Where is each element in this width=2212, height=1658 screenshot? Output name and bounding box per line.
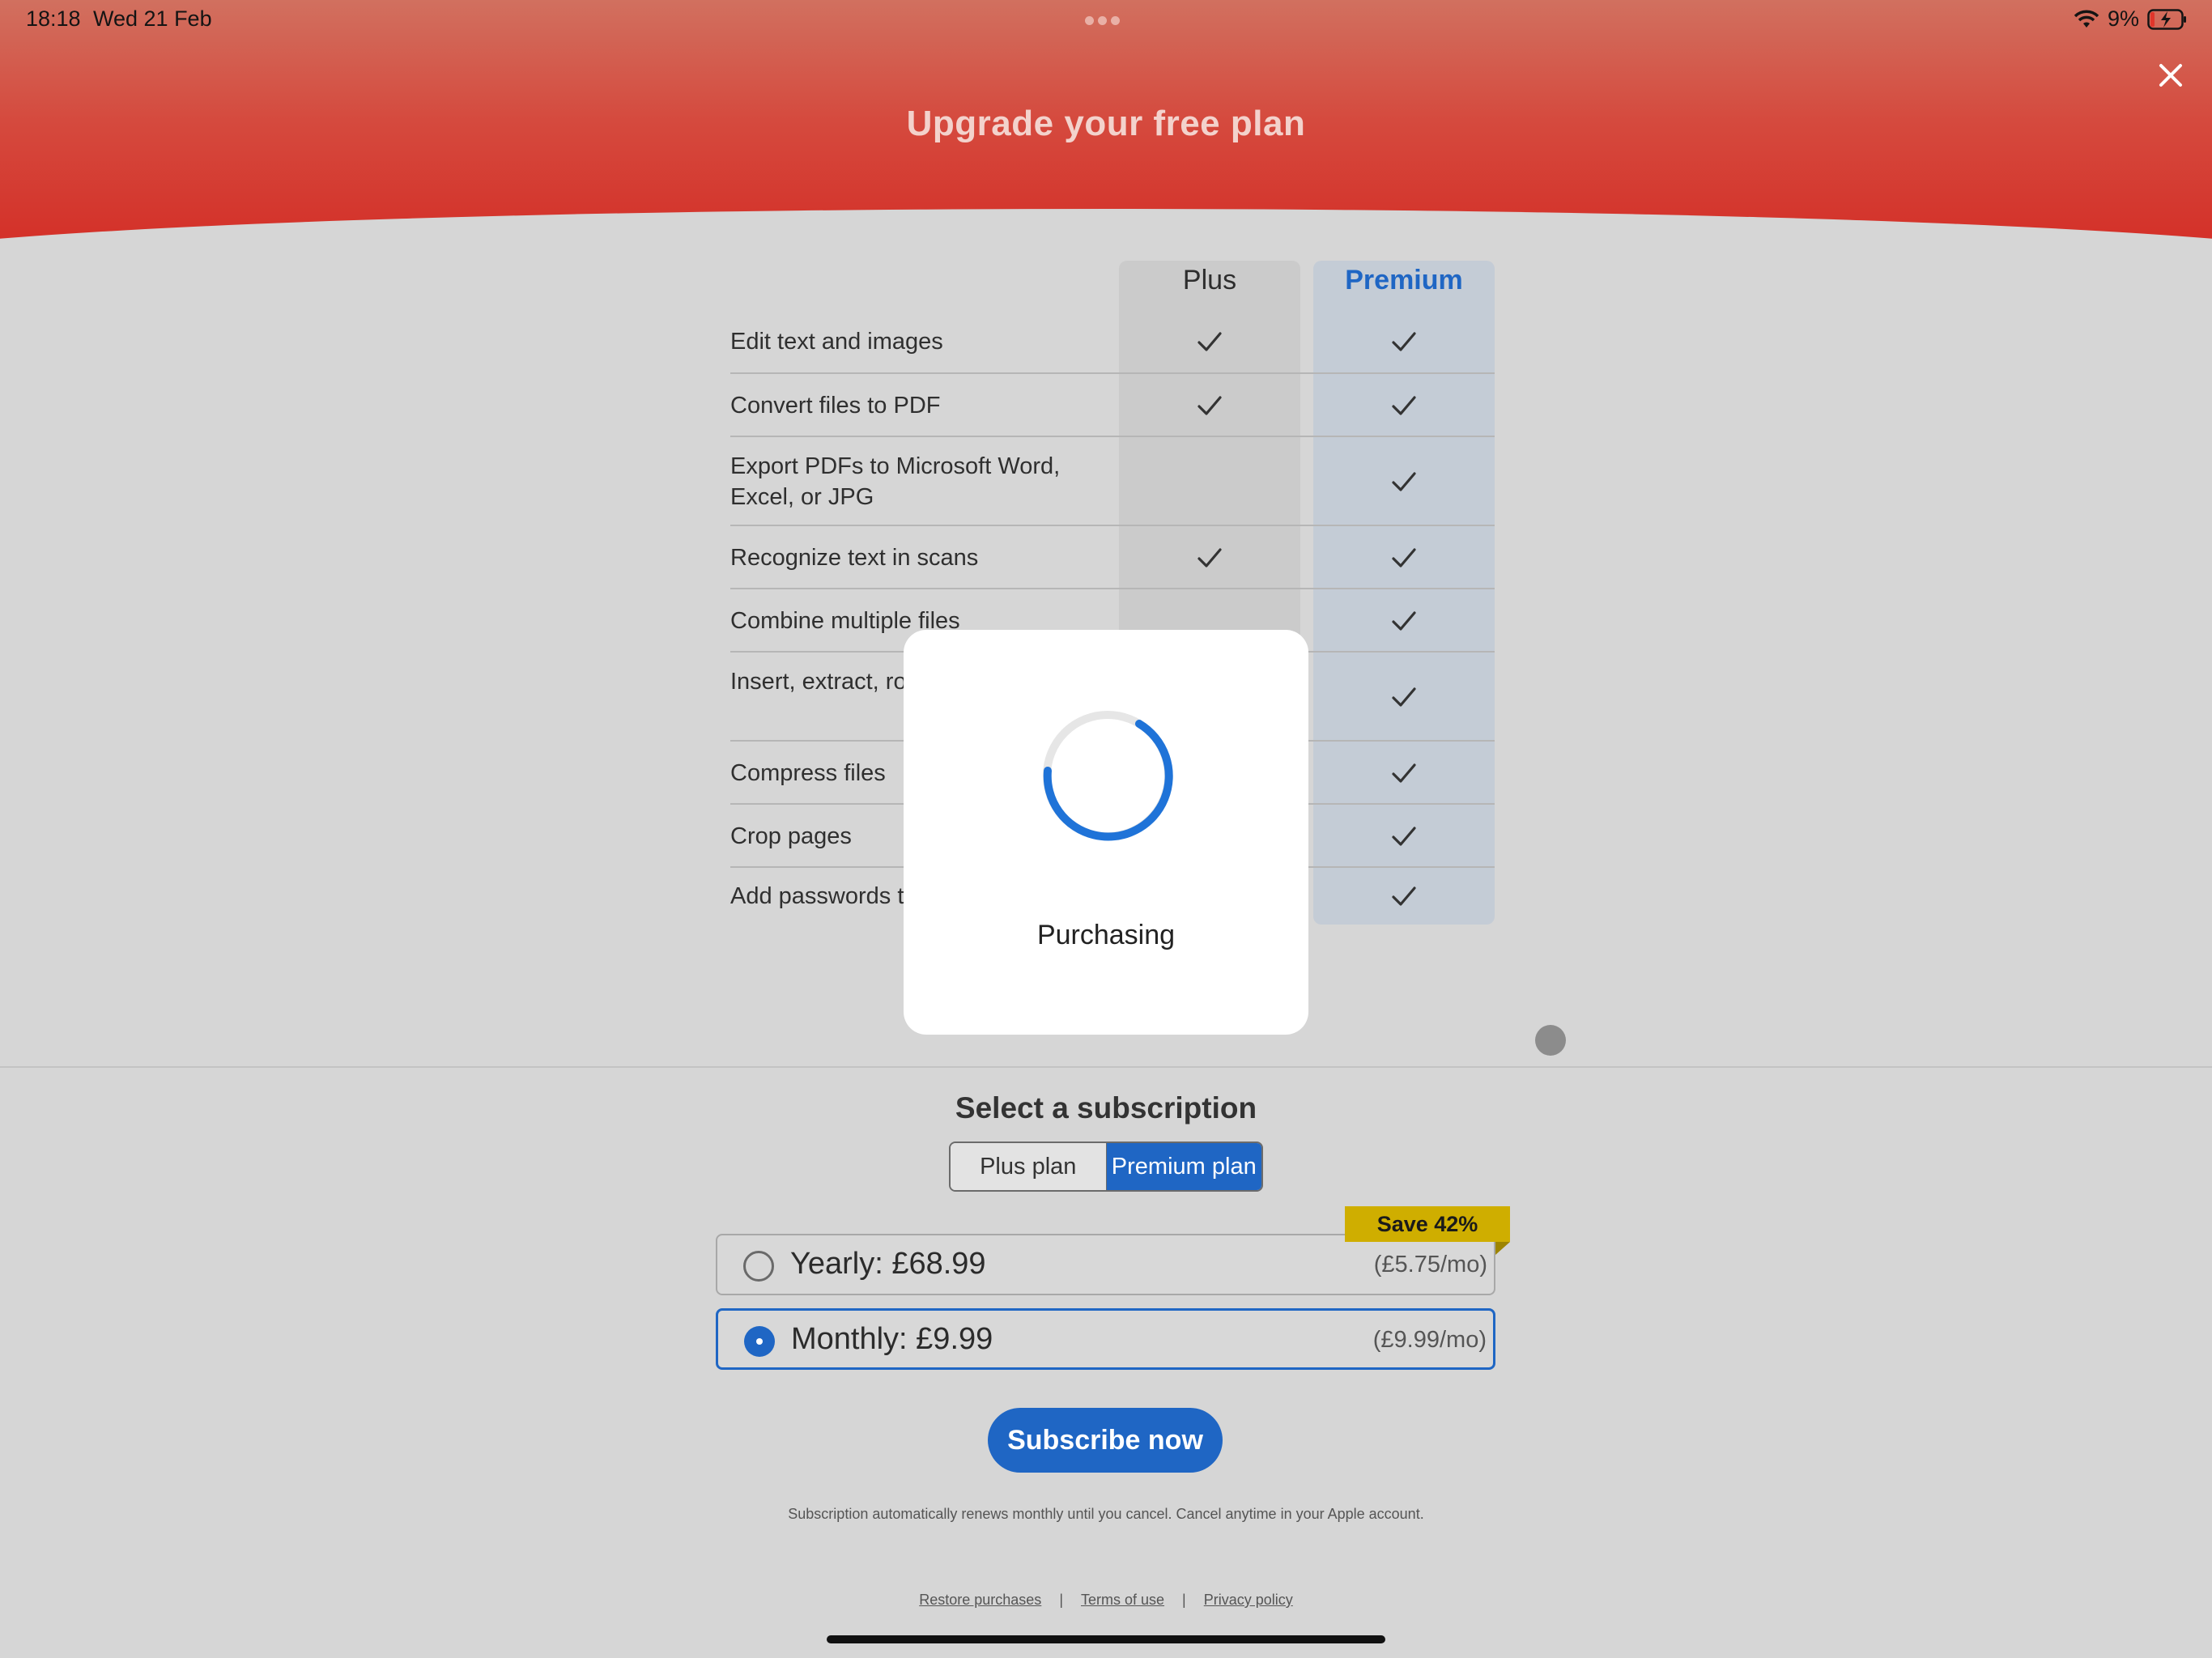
monthly-per-month: (£9.99/mo) [1372, 1327, 1487, 1353]
feature-row: Convert files to PDF [730, 374, 1495, 437]
premium-column-header: Premium [1345, 265, 1463, 295]
close-icon[interactable] [2154, 58, 2188, 92]
premium-check-icon [1388, 542, 1420, 574]
yearly-radio[interactable] [743, 1251, 774, 1282]
purchasing-text: Purchasing [1036, 920, 1176, 950]
plan-toggle: Plus plan Premium plan [949, 1141, 1263, 1192]
monthly-radio[interactable] [744, 1326, 775, 1357]
footer-links: Restore purchases | Terms of use | Priva… [0, 1592, 2212, 1609]
battery-charging-icon [2147, 8, 2188, 30]
premium-check-icon [1388, 681, 1420, 713]
save-badge-fold [1495, 1242, 1510, 1255]
renewal-disclaimer: Subscription automatically renews monthl… [788, 1506, 1424, 1522]
status-indicators: 9% [2074, 6, 2188, 32]
feature-label: Recognize text in scans [730, 545, 979, 571]
premium-check-icon [1388, 389, 1420, 422]
premium-check-icon [1388, 757, 1420, 789]
section-divider [0, 1066, 2212, 1068]
save-badge: Save 42% [1345, 1206, 1510, 1242]
loading-spinner-icon [1041, 709, 1174, 842]
link-separator: | [1059, 1592, 1063, 1608]
select-subscription-title: Select a subscription [955, 1091, 1257, 1124]
plus-check-icon [1193, 389, 1226, 422]
header-curve [0, 209, 2212, 267]
home-indicator[interactable] [827, 1635, 1385, 1643]
feature-row: Export PDFs to Microsoft Word, Excel, or… [730, 437, 1495, 526]
monthly-label: Monthly: £9.99 [791, 1322, 993, 1356]
wifi-icon [2074, 10, 2099, 29]
feature-row: Edit text and images [730, 309, 1495, 374]
feature-row: Recognize text in scans [730, 526, 1495, 589]
premium-check-icon [1388, 466, 1420, 498]
yearly-per-month: (£5.75/mo) [1373, 1252, 1487, 1278]
premium-check-icon [1388, 820, 1420, 852]
scroll-indicator[interactable] [1535, 1025, 1566, 1056]
plus-check-icon [1193, 325, 1226, 358]
feature-label: Convert files to PDF [730, 393, 941, 419]
battery-percent: 9% [2107, 6, 2139, 31]
multitasking-dots-icon[interactable] [1085, 15, 1127, 25]
plus-check-icon [1193, 542, 1226, 574]
subscribe-now-button[interactable]: Subscribe now [988, 1408, 1223, 1473]
status-time: 18:18 [26, 6, 81, 31]
plus-column-header: Plus [1182, 265, 1237, 295]
monthly-option[interactable]: Monthly: £9.99 (£9.99/mo) [716, 1308, 1495, 1370]
premium-check-icon [1388, 880, 1420, 912]
premium-check-icon [1388, 325, 1420, 358]
page-title: Upgrade your free plan [906, 104, 1306, 143]
premium-plan-tab[interactable]: Premium plan [1106, 1143, 1261, 1190]
terms-of-use-link[interactable]: Terms of use [1081, 1592, 1164, 1609]
feature-label: Edit text and images [730, 329, 943, 355]
link-separator: | [1182, 1592, 1186, 1608]
yearly-option[interactable]: Yearly: £68.99 (£5.75/mo) [716, 1234, 1495, 1295]
premium-check-icon [1388, 605, 1420, 637]
restore-purchases-link[interactable]: Restore purchases [919, 1592, 1041, 1609]
feature-label: Export PDFs to Microsoft Word, Excel, or… [730, 453, 1061, 510]
status-date: Wed 21 Feb [93, 6, 212, 31]
yearly-label: Yearly: £68.99 [790, 1247, 986, 1281]
purchasing-modal: Purchasing [904, 630, 1308, 1035]
privacy-policy-link[interactable]: Privacy policy [1204, 1592, 1293, 1609]
plus-plan-tab[interactable]: Plus plan [951, 1143, 1107, 1190]
